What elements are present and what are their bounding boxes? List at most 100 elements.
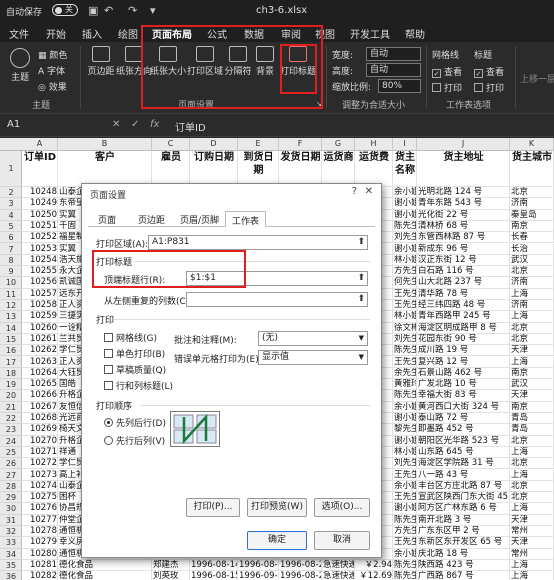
table-cell[interactable]: 长春	[510, 232, 554, 244]
tab-header-footer[interactable]: 页眉/页脚	[174, 211, 225, 227]
table-cell[interactable]: 10274	[22, 480, 58, 493]
table-cell[interactable]: 10279	[22, 537, 58, 549]
redo-icon[interactable]: ↷	[128, 4, 137, 17]
table-cell[interactable]: 天津	[510, 390, 554, 402]
table-cell[interactable]: 10249	[22, 198, 58, 210]
row-header[interactable]: 1	[0, 151, 22, 187]
table-cell[interactable]: 1996-08-28	[238, 559, 279, 572]
row-header[interactable]: 34	[0, 549, 22, 560]
table-cell[interactable]: 方先生	[393, 526, 417, 538]
row-header[interactable]: 33	[0, 537, 22, 549]
table-cell[interactable]: 10282	[22, 571, 58, 580]
table-cell[interactable]: 光明北路 124 号	[417, 187, 510, 199]
table-cell[interactable]: 光化街 22 号	[417, 209, 510, 221]
column-header[interactable]: I	[393, 138, 417, 151]
row-header[interactable]: 25	[0, 447, 22, 459]
table-cell[interactable]: 即墨路 452 号	[417, 424, 510, 436]
header-cell[interactable]: 运货费	[355, 151, 393, 187]
table-cell[interactable]: 南京	[510, 220, 554, 233]
table-cell[interactable]: 谢小姐	[393, 435, 417, 447]
table-cell[interactable]: 10270	[22, 435, 58, 447]
row-header[interactable]: 4	[0, 210, 22, 221]
table-cell[interactable]: 丰台区方庄北路 87 号	[417, 480, 510, 493]
close-icon[interactable]: ✕	[365, 186, 373, 197]
tab-insert[interactable]: 插入	[82, 26, 102, 41]
table-cell[interactable]: 上海	[510, 559, 554, 572]
table-cell[interactable]: 上海	[510, 503, 554, 515]
row-header[interactable]: 27	[0, 470, 22, 481]
comments-select[interactable]: (无) ▼	[258, 331, 368, 346]
table-cell[interactable]: 北京	[510, 492, 554, 504]
table-cell[interactable]: 王先生	[393, 300, 417, 312]
table-cell[interactable]: 上海	[510, 571, 554, 580]
header-cell[interactable]: 运货商	[322, 151, 355, 187]
column-header[interactable]: B	[58, 138, 152, 151]
row-header[interactable]: 35	[0, 560, 22, 572]
table-cell[interactable]: 上海	[510, 311, 554, 323]
table-cell[interactable]: 东管西林路 87 号	[417, 232, 510, 244]
row-header[interactable]: 21	[0, 402, 22, 413]
header-cell[interactable]: 货主城市	[510, 151, 554, 187]
row-header[interactable]: 23	[0, 424, 22, 436]
header-cell[interactable]: 到货日期	[238, 151, 279, 187]
table-cell[interactable]: 余小姐	[393, 401, 417, 413]
row-header[interactable]: 31	[0, 515, 22, 526]
table-cell[interactable]: 新成东 96 号	[417, 243, 510, 255]
table-cell[interactable]: 天津	[510, 514, 554, 526]
table-cell[interactable]: 常州	[510, 548, 554, 560]
row-header[interactable]: 36	[0, 571, 22, 580]
column-header[interactable]: F	[279, 138, 322, 151]
table-cell[interactable]: 武汉	[510, 379, 554, 391]
table-cell[interactable]: 朝阳区光华路 523 号	[417, 435, 510, 447]
row-header[interactable]: 5	[0, 221, 22, 233]
table-cell[interactable]: 上海	[510, 446, 554, 459]
table-cell[interactable]: 郑建杰	[152, 559, 190, 572]
left-cols-field[interactable]: ⬆	[186, 292, 368, 307]
table-cell[interactable]: 1996-08-15	[190, 571, 238, 580]
table-cell[interactable]: 10260	[22, 322, 58, 334]
table-cell[interactable]: 林小姐	[393, 311, 417, 323]
table-cell[interactable]: 海淀区明成路甲 8 号	[417, 322, 510, 334]
table-cell[interactable]: 刘先生	[393, 232, 417, 244]
row-header[interactable]: 7	[0, 244, 22, 255]
options-button[interactable]: 选项(O)...	[314, 498, 370, 517]
collapse-icon[interactable]: ⬆	[357, 236, 365, 249]
table-cell[interactable]: 成川路 19 号	[417, 345, 510, 357]
table-cell[interactable]: 10281	[22, 559, 58, 572]
row-header[interactable]: 3	[0, 198, 22, 210]
table-cell[interactable]: 10263	[22, 356, 58, 368]
table-cell[interactable]: 林小姐	[393, 254, 417, 267]
table-cell[interactable]: 清华路 78 号	[417, 288, 510, 300]
cancel-button[interactable]: 取消	[314, 531, 370, 550]
table-cell[interactable]: 秦皇岛	[510, 209, 554, 221]
tab-file[interactable]: 文件	[9, 26, 29, 41]
table-cell[interactable]: 10251	[22, 220, 58, 233]
row-header[interactable]: 10	[0, 277, 22, 289]
table-cell[interactable]: 上海	[510, 356, 554, 368]
table-cell[interactable]: 1996-09-12	[238, 571, 279, 580]
table-cell[interactable]: 北京	[510, 435, 554, 447]
row-header[interactable]: 13	[0, 311, 22, 323]
table-cell[interactable]: 何先生	[393, 277, 417, 289]
formula-input[interactable]: 订单ID	[175, 119, 206, 134]
row-header[interactable]: 19	[0, 379, 22, 391]
table-cell[interactable]: 山东路 645 号	[417, 446, 510, 459]
table-cell[interactable]: 幸福大街 83 号	[417, 390, 510, 402]
table-cell[interactable]: 陕西路 423 号	[417, 559, 510, 572]
table-cell[interactable]: 黎先生	[393, 424, 417, 436]
table-cell[interactable]: 10275	[22, 492, 58, 504]
header-cell[interactable]: 货主地址	[417, 151, 510, 187]
row-header[interactable]: 9	[0, 266, 22, 278]
table-cell[interactable]: 青岛	[510, 413, 554, 425]
table-cell[interactable]: 10264	[22, 367, 58, 380]
tab-page[interactable]: 页面	[92, 211, 122, 227]
table-cell[interactable]: 东新区东开发区 65 号	[417, 537, 510, 549]
table-cell[interactable]: 上海	[510, 288, 554, 300]
header-cell[interactable]: 货主名称	[393, 151, 417, 187]
table-cell[interactable]: 复兴路 12 号	[417, 356, 510, 368]
cancel-entry-icon[interactable]: ✕	[112, 119, 120, 130]
table-cell[interactable]: 10268	[22, 413, 58, 425]
row-header[interactable]: 26	[0, 458, 22, 470]
table-cell[interactable]: 谢小姐	[393, 243, 417, 255]
tab-sheet[interactable]: 工作表	[225, 211, 267, 227]
